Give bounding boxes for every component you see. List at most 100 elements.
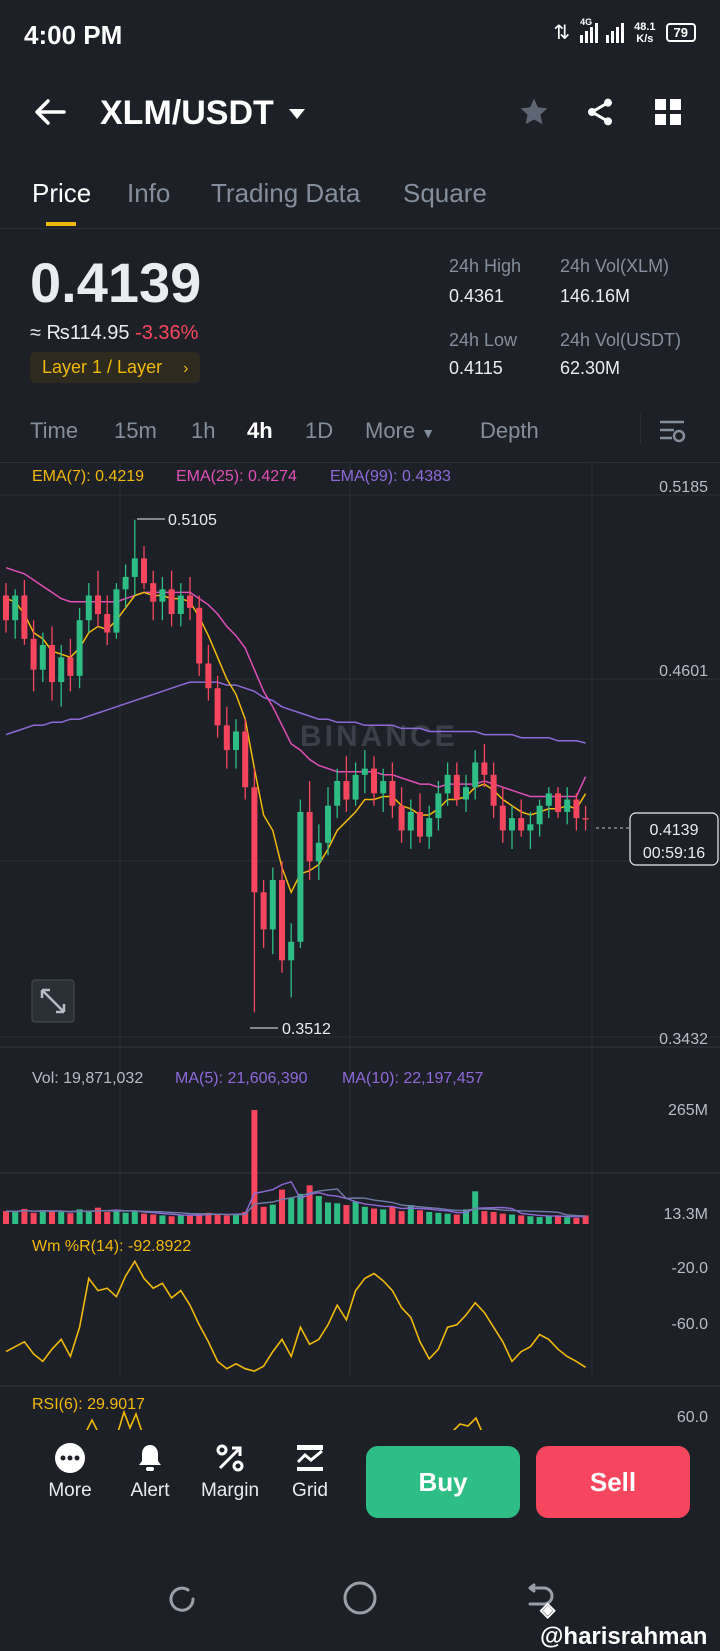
alert-button[interactable]: Alert — [115, 1442, 185, 1502]
tab-info[interactable]: Info — [127, 178, 170, 209]
price-axis-mid: 0.4601 — [659, 663, 708, 680]
fullscreen-icon[interactable] — [31, 979, 75, 1023]
volume-bar — [380, 1209, 387, 1224]
candle-body — [67, 657, 74, 676]
price-axis-bottom: 0.3432 — [659, 1031, 708, 1048]
candle-body — [58, 657, 65, 683]
candle-body — [435, 793, 442, 819]
wr-axis-bottom: -60.0 — [672, 1316, 709, 1333]
volume-bar — [104, 1211, 111, 1224]
candle-body — [306, 811, 313, 862]
interval-4h[interactable]: 4h — [247, 418, 273, 444]
candle-body — [122, 576, 129, 590]
share-icon[interactable] — [584, 96, 616, 128]
candle-body — [30, 638, 37, 670]
candle-body — [417, 811, 423, 837]
ema99-label: EMA(99): 0.4383 — [330, 468, 451, 485]
candle-body — [407, 811, 414, 831]
candle-body — [95, 595, 101, 615]
margin-button[interactable]: Margin — [195, 1442, 265, 1502]
tab-trading-data[interactable]: Trading Data — [211, 178, 360, 209]
volume-bar — [223, 1215, 230, 1224]
volume-bar — [177, 1214, 184, 1224]
interval-1d[interactable]: 1D — [305, 418, 333, 444]
home-icon[interactable] — [342, 1580, 378, 1616]
volume-bar — [444, 1213, 451, 1224]
volume-bar — [325, 1202, 331, 1224]
vol-xlm-value: 146.16M — [560, 286, 631, 306]
candle-body — [223, 725, 230, 751]
price-chart[interactable]: BINANCE 0.5105 0.3512 0.4139 00:59:16 0.… — [0, 462, 720, 1432]
candle-body — [159, 589, 166, 602]
candle-body — [168, 589, 175, 615]
tab-square[interactable]: Square — [403, 178, 487, 209]
volume-axis-top: 265M — [668, 1102, 708, 1119]
candle-body — [555, 793, 561, 812]
candle-body — [251, 787, 258, 893]
volume-bar — [426, 1211, 433, 1224]
ma10-label: MA(10): 22,197,457 — [342, 1070, 484, 1087]
back-arrow-icon[interactable] — [34, 98, 66, 126]
chevron-right-icon: › — [183, 360, 189, 377]
rsi-label: RSI(6): 29.9017 — [32, 1396, 145, 1413]
interval-time[interactable]: Time — [30, 418, 78, 444]
ema7-line — [5, 591, 587, 895]
last-price-label: 0.4139 — [650, 822, 699, 839]
tab-price[interactable]: Price — [32, 178, 91, 209]
volume-bar — [288, 1198, 295, 1224]
active-tab-indicator — [46, 222, 76, 226]
rsi-line — [85, 1409, 483, 1432]
candle-body — [141, 558, 147, 584]
data-arrows-icon: ⇅ — [553, 22, 571, 44]
last-price: 0.4139 — [30, 251, 202, 314]
more-button[interactable]: More — [35, 1442, 105, 1502]
volume-axis-bottom: 13.3M — [664, 1206, 708, 1223]
interval-bar: Time 15m 1h 4h 1D More ▼ Depth — [0, 400, 720, 463]
volume-bar — [39, 1210, 46, 1224]
layout-grid-icon[interactable] — [654, 98, 682, 126]
recent-apps-icon[interactable] — [165, 1582, 199, 1616]
status-indicators: ⇅ 4G 48.1 K/s 79 — [553, 17, 696, 45]
caret-down-icon — [288, 108, 305, 119]
candle-body — [472, 762, 479, 788]
candle-body — [398, 805, 405, 831]
grid-button[interactable]: Grid — [275, 1442, 345, 1502]
volume-bar — [435, 1212, 442, 1224]
candle-body — [343, 780, 350, 800]
volume-bar — [315, 1196, 322, 1224]
candle-body — [76, 620, 83, 676]
more-icon — [55, 1443, 85, 1473]
candle-body — [463, 787, 469, 800]
interval-15m[interactable]: 15m — [114, 418, 157, 444]
category-tag[interactable]: Layer 1 / Layer › — [30, 352, 201, 383]
volume-bar — [545, 1216, 552, 1224]
net-speed-unit: K/s — [636, 32, 654, 45]
candle-body — [582, 818, 589, 820]
candle-body — [361, 768, 368, 775]
candle-body — [39, 644, 46, 670]
volume-bar — [306, 1185, 313, 1224]
alert-label: Alert — [130, 1480, 170, 1501]
candle-body — [12, 595, 19, 621]
candle-body — [389, 780, 396, 806]
pair-selector[interactable]: XLM/USDT — [100, 94, 306, 133]
candle-body — [177, 595, 184, 615]
chart-settings-icon[interactable] — [658, 418, 686, 444]
candle-body — [150, 583, 157, 602]
price-axis-top: 0.5185 — [659, 479, 708, 496]
volume-bar — [260, 1206, 267, 1224]
wr-axis-top: -20.0 — [672, 1260, 709, 1277]
interval-more[interactable]: More ▼ — [365, 418, 435, 444]
depth-tab[interactable]: Depth — [480, 418, 539, 444]
candle-body — [288, 941, 295, 961]
candle-body — [279, 879, 285, 961]
ema25-line — [5, 566, 587, 798]
author-watermark: ◈ @harisrahman — [540, 1599, 708, 1650]
volume-bar — [343, 1205, 350, 1224]
star-icon[interactable] — [518, 96, 550, 128]
buy-button[interactable]: Buy — [366, 1446, 520, 1518]
candle-body — [196, 607, 203, 664]
interval-1h[interactable]: 1h — [191, 418, 215, 444]
volume-bar — [352, 1201, 359, 1224]
sell-button[interactable]: Sell — [536, 1446, 690, 1518]
